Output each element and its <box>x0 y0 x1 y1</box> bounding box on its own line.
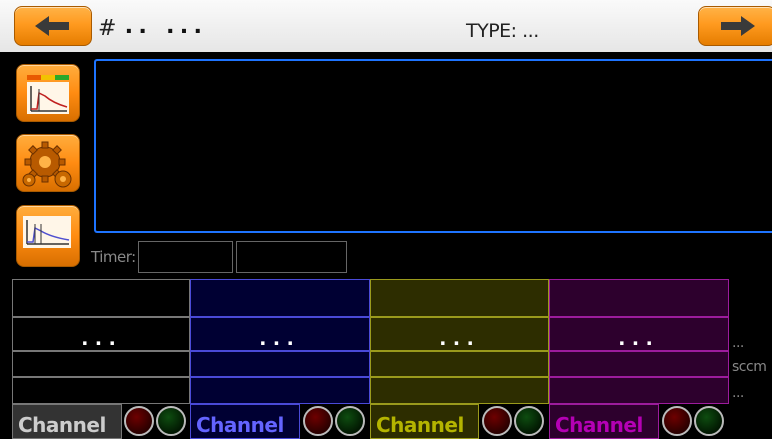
unit-label-bottom: ... <box>732 385 744 401</box>
timer-field-2[interactable] <box>236 241 347 273</box>
channel-2-label[interactable]: Channel <box>190 404 300 439</box>
device-type-label: TYPE: ... <box>466 20 539 42</box>
channel-1-green-led <box>156 406 186 436</box>
channel-1-unit-cell <box>12 351 190 377</box>
timer-label: Timer: <box>91 248 136 266</box>
channel-4-value: ... <box>618 324 660 351</box>
back-button[interactable] <box>14 6 92 46</box>
channel-3-value: ... <box>439 324 481 351</box>
gears-icon <box>22 141 72 188</box>
channel-1-extra-cell <box>12 377 190 404</box>
channel-2-red-led <box>303 406 333 436</box>
unit-label-top: ... <box>732 335 744 351</box>
unit-label-sccm: sccm <box>732 359 767 375</box>
channel-4-green-led <box>694 406 724 436</box>
channel-3-label[interactable]: Channel <box>370 404 479 439</box>
left-arrow-icon <box>35 16 69 36</box>
channel-4-red-led <box>662 406 692 436</box>
channel-1-value: ... <box>81 324 123 351</box>
graph-gauge-icon <box>27 75 69 114</box>
channel-3-green-led <box>514 406 544 436</box>
settings-button[interactable] <box>16 134 80 192</box>
channel-2-setpoint-cell[interactable] <box>190 279 370 317</box>
graph-icon <box>23 216 71 248</box>
channel-3-unit-cell <box>370 351 549 377</box>
channel-1-setpoint-cell[interactable] <box>12 279 190 317</box>
channel-3-extra-cell <box>370 377 549 404</box>
channel-2-value: ... <box>259 324 301 351</box>
channel-4-label[interactable]: Channel <box>549 404 659 439</box>
graph-button[interactable] <box>16 205 80 267</box>
timer-field-1[interactable] <box>138 241 233 273</box>
channel-4-setpoint-cell[interactable] <box>549 279 729 317</box>
graph-display-area <box>94 59 772 233</box>
top-bar: # .. ... TYPE: ... <box>0 0 772 52</box>
channel-1-label[interactable]: Channel <box>12 404 122 439</box>
channel-1-red-led <box>124 406 154 436</box>
right-arrow-icon <box>721 16 755 36</box>
device-number-value: .. ... <box>125 8 208 39</box>
graph-gauge-button[interactable] <box>16 64 80 122</box>
channel-2-unit-cell <box>190 351 370 377</box>
channel-3-setpoint-cell[interactable] <box>370 279 549 317</box>
device-number-prefix: # <box>98 16 118 41</box>
channel-3-red-led <box>482 406 512 436</box>
next-button[interactable] <box>698 6 772 46</box>
channel-2-extra-cell <box>190 377 370 404</box>
channel-2-green-led <box>335 406 365 436</box>
channel-4-extra-cell <box>549 377 729 404</box>
channel-4-unit-cell <box>549 351 729 377</box>
